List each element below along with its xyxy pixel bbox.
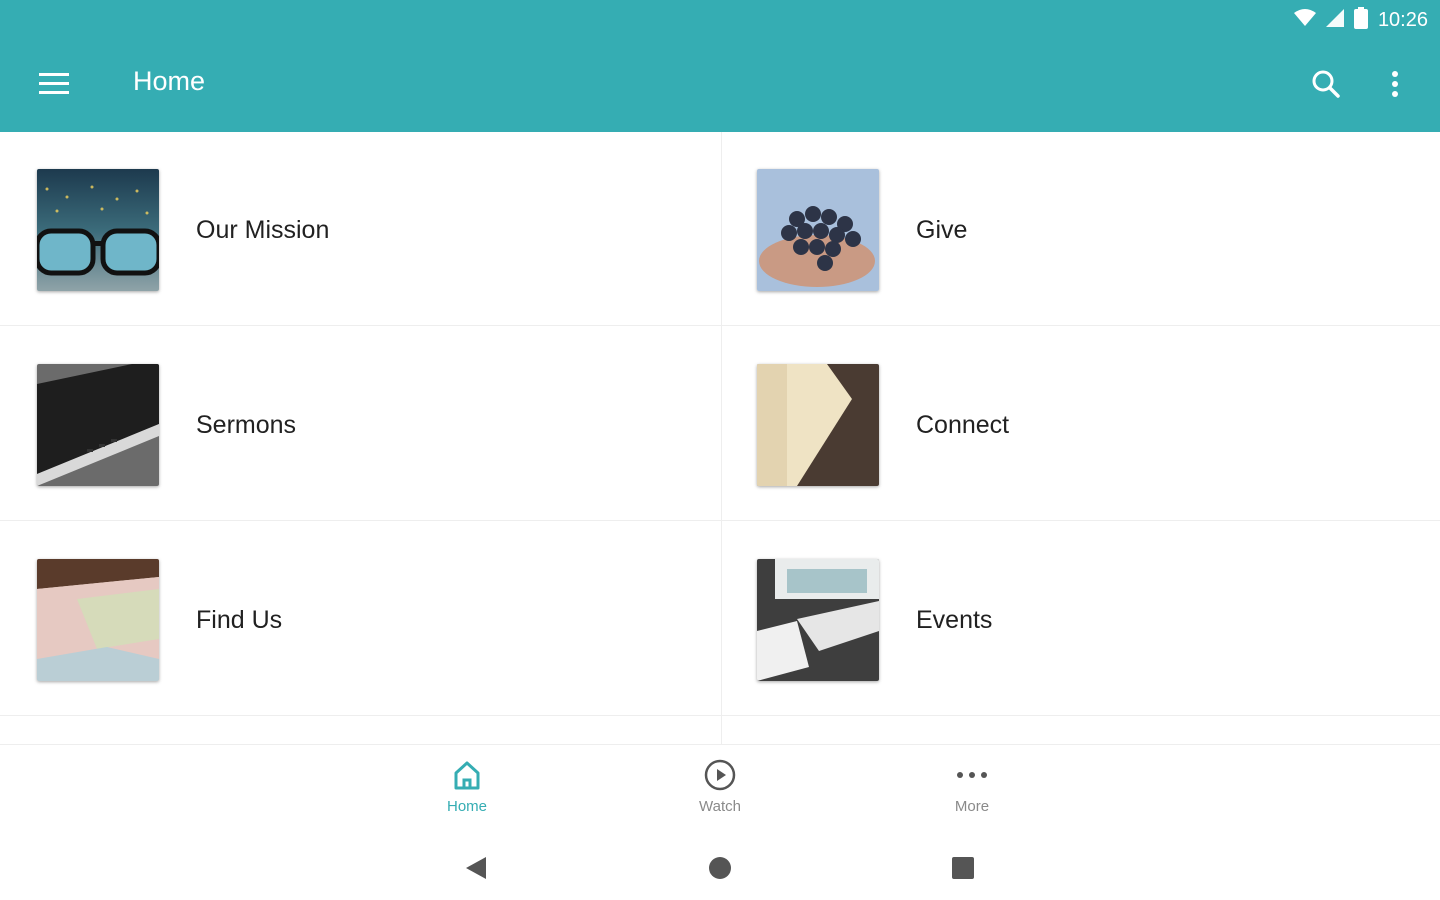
home-icon (452, 755, 482, 795)
nav-more-label: More (954, 798, 990, 815)
menu-button[interactable] (30, 64, 78, 108)
status-icons: 10:26 (1293, 6, 1428, 34)
play-circle-icon (704, 755, 736, 795)
nav-home[interactable]: Home (407, 755, 527, 827)
cell-signal-icon (1325, 8, 1344, 32)
overflow-menu-button[interactable] (1372, 62, 1418, 110)
find-us-image (37, 559, 159, 681)
connect-image (757, 364, 879, 486)
tile-label: Our Mission (196, 216, 330, 244)
wifi-icon (1293, 8, 1316, 32)
tile-label: Find Us (196, 606, 283, 634)
hamburger-icon (39, 72, 69, 100)
search-button[interactable] (1302, 62, 1350, 110)
tile-label: Sermons (196, 411, 297, 439)
tile-label: Events (916, 606, 993, 634)
nav-watch[interactable]: Watch (660, 755, 780, 827)
more-vert-icon (1391, 70, 1399, 102)
search-icon (1311, 69, 1341, 104)
app-bar: Home (0, 40, 1440, 132)
tile-find-us[interactable]: Find Us (0, 522, 720, 716)
recents-button[interactable] (943, 850, 983, 890)
events-image (757, 559, 879, 681)
home-system-button[interactable] (700, 850, 740, 890)
tile-label: Connect (916, 411, 1010, 439)
recents-square-icon (952, 856, 974, 884)
sermons-image (37, 364, 159, 486)
tile-sermons[interactable]: Sermons (0, 327, 720, 521)
nav-home-label: Home (446, 798, 487, 815)
home-circle-icon (708, 856, 732, 885)
tile-events[interactable]: Events (720, 522, 1440, 716)
nav-more[interactable]: More (912, 755, 1032, 827)
more-horiz-icon (956, 755, 988, 795)
tile-label: Give (916, 216, 968, 244)
bottom-navigation: Home Watch More (0, 744, 1440, 837)
tile-give[interactable]: Give (720, 132, 1440, 326)
system-navigation-bar (0, 836, 1440, 900)
home-grid: Our Mission Give Sermons Connect Find Us… (0, 132, 1440, 744)
status-bar: 10:26 (0, 0, 1440, 40)
back-button[interactable] (456, 850, 496, 890)
our-mission-image (37, 169, 159, 291)
nav-watch-label: Watch (699, 798, 741, 815)
tile-our-mission[interactable]: Our Mission (0, 132, 720, 326)
battery-icon (1353, 6, 1368, 34)
page-title: Home (133, 66, 206, 96)
tile-connect[interactable]: Connect (720, 327, 1440, 521)
back-triangle-icon (464, 855, 488, 886)
status-time: 10:26 (1377, 8, 1428, 31)
give-image (757, 169, 879, 291)
